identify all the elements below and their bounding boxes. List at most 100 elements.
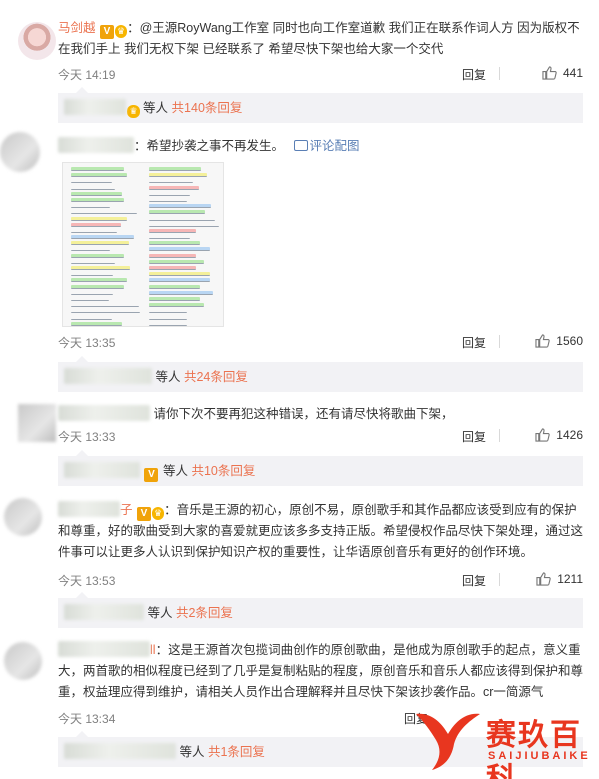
sub-replies-bar[interactable]: 等人 共24条回复 — [58, 356, 583, 392]
image-text-line — [71, 241, 130, 246]
like-count: 1211 — [557, 572, 583, 586]
image-text-line — [71, 253, 125, 258]
sub-replies-suffix: 等人 — [147, 606, 173, 620]
thumb-up-icon — [542, 66, 557, 80]
image-text-line — [149, 192, 191, 196]
member-level-icon: ♛ — [127, 105, 140, 118]
image-text-line — [149, 185, 200, 190]
member-level-icon: ♛ — [152, 507, 165, 520]
image-text-line — [71, 278, 127, 283]
image-text-line — [71, 260, 116, 264]
comment-text: 子 V ♛ ：音乐是王源的初心，原创不易，原创歌手和其作品都应该受到应有的保护和尊重… — [58, 500, 583, 563]
sub-replies-bar[interactable]: V 等人 共10条回复 — [58, 450, 583, 486]
avatar[interactable] — [4, 642, 42, 680]
sub-replies-bar[interactable]: ♛ 等人 共140条回复 — [58, 87, 583, 123]
image-text-line — [149, 316, 187, 320]
blurred-username — [64, 462, 140, 478]
image-text-line — [149, 253, 196, 258]
image-text-line — [71, 272, 114, 277]
avatar[interactable] — [18, 22, 56, 60]
comment-username-tail[interactable]: 子 — [120, 503, 133, 517]
image-text-line — [149, 204, 212, 209]
divider — [499, 573, 500, 586]
image-text-line — [149, 173, 207, 178]
comment-meta: 今天 13:33 回复 1426 — [58, 428, 583, 446]
sub-replies-suffix: 等人 — [155, 370, 181, 384]
comment-image[interactable] — [62, 162, 224, 327]
sub-replies-suffix: 等人 — [143, 101, 169, 115]
image-text-line — [71, 229, 117, 233]
image-text-line — [149, 247, 210, 252]
image-text-line — [149, 217, 215, 221]
comment-text: 马剑越 V ♛ ：@王源RoyWang工作室 同时也向工作室道歉 我们正在联系作词人… — [58, 18, 583, 60]
image-text-line — [149, 296, 201, 301]
comment-time: 今天 13:53 — [58, 574, 116, 588]
image-text-line — [71, 266, 131, 270]
image-text-line — [71, 291, 114, 295]
image-text-line — [149, 278, 211, 283]
comment-time: 今天 13:33 — [58, 430, 116, 444]
sub-replies-count[interactable]: 共2条回复 — [176, 606, 233, 620]
sub-replies-suffix: 等人 — [179, 745, 205, 759]
like-count: 1426 — [556, 428, 583, 442]
verified-badge-icon: V — [137, 507, 151, 521]
reply-button[interactable]: 回复 — [462, 66, 486, 83]
comment-body: 请你下次不要再犯这种错误，还有请尽快将歌曲下架， — [153, 407, 454, 421]
comment-text: ：希望抄袭之事不再发生。 评论配图 — [58, 136, 583, 157]
comment-meta: 今天 13:53 回复 1211 — [58, 572, 583, 590]
arrow-icon — [76, 356, 88, 362]
arrow-icon — [76, 731, 88, 737]
like-button[interactable]: 1560 — [535, 334, 583, 348]
comment-meta: 今天 14:19 回复 441 — [58, 66, 583, 84]
sub-replies-suffix: 等人 — [162, 464, 188, 478]
sub-replies-bar[interactable]: 等人 共2条回复 — [58, 592, 583, 628]
image-text-line — [71, 197, 125, 202]
arrow-icon — [76, 87, 88, 93]
comment-text: ll：这是王源首次包揽词曲创作的原创歌曲，是他成为原创歌手的起点，意义重大，两首… — [58, 640, 583, 703]
image-text-line — [71, 303, 140, 308]
like-button[interactable]: 441 — [542, 66, 583, 80]
comment-username[interactable]: 马剑越 — [58, 21, 96, 35]
avatar[interactable] — [0, 132, 40, 172]
avatar[interactable] — [4, 498, 42, 536]
like-count: 1560 — [556, 334, 583, 348]
image-text-line — [71, 179, 112, 184]
image-text-line — [71, 191, 123, 196]
comment-time: 今天 13:35 — [58, 336, 116, 350]
image-text-line — [149, 210, 205, 215]
arrow-icon — [76, 592, 88, 598]
image-text-line — [71, 222, 122, 227]
image-text-line — [149, 235, 191, 240]
comment-body: ：@王源RoyWang工作室 同时也向工作室道歉 我们正在联系作词人方 因为版权… — [58, 21, 580, 56]
watermark-title: 赛玖百科 — [486, 718, 582, 779]
image-text-line — [71, 321, 123, 326]
verified-badge-icon: V — [100, 25, 114, 39]
sub-replies-count[interactable]: 共1条回复 — [208, 745, 265, 759]
reply-button[interactable]: 回复 — [462, 572, 486, 589]
image-text-line — [71, 167, 125, 171]
comment-text: 请你下次不要再犯这种错误，还有请尽快将歌曲下架， — [58, 404, 583, 425]
sub-replies-count[interactable]: 共10条回复 — [191, 464, 255, 478]
blurred-username — [58, 501, 120, 517]
divider — [499, 67, 500, 80]
reply-button[interactable]: 回复 — [462, 428, 486, 445]
image-text-line — [71, 309, 140, 314]
watermark-subtitle: SAIJIUBAIKE — [488, 750, 591, 762]
like-button[interactable]: 1211 — [536, 572, 583, 586]
image-text-line — [71, 297, 110, 301]
image-text-line — [71, 235, 134, 240]
sub-replies-count[interactable]: 共140条回复 — [172, 101, 243, 115]
image-text-line — [149, 303, 204, 308]
like-button[interactable]: 1426 — [535, 428, 583, 442]
avatar[interactable] — [18, 404, 56, 442]
image-icon — [293, 140, 308, 151]
image-text-line — [71, 204, 111, 209]
like-count: 441 — [562, 66, 583, 80]
sub-replies-count[interactable]: 共24条回复 — [184, 370, 248, 384]
image-text-column — [149, 167, 223, 326]
reply-button[interactable]: 回复 — [462, 334, 486, 351]
comment-picture-link[interactable]: 评论配图 — [310, 139, 360, 153]
image-text-line — [149, 272, 210, 277]
divider — [499, 429, 500, 442]
blurred-username — [64, 368, 152, 384]
